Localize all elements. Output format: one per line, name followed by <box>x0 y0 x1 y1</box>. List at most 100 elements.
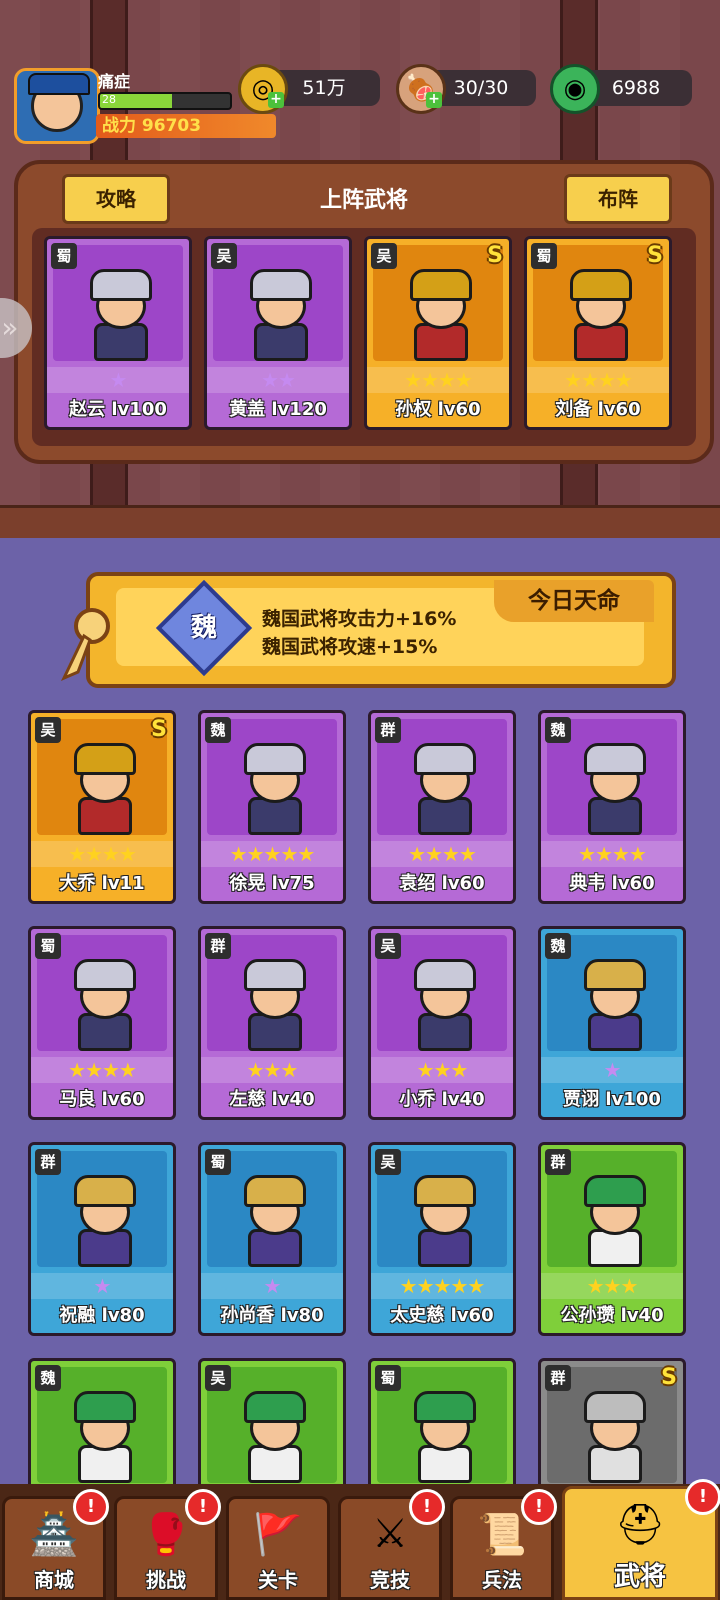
hero-name-level: 孙权 lv60 <box>395 399 481 420</box>
hero-card[interactable]: 蜀 ★ 赵云 lv100 <box>44 236 192 430</box>
nav-tab-1[interactable]: 🥊 挑战! <box>114 1489 221 1600</box>
coin-value: 51万 <box>302 77 346 99</box>
nav-tab-3[interactable]: ⚔ 竞技! <box>338 1489 445 1600</box>
hero-figure-icon <box>576 743 648 835</box>
star-rating: ★ <box>31 1273 173 1299</box>
nav-label: 竞技 <box>370 1568 410 1592</box>
hero-card[interactable]: 魏 ★★★★★ 徐晃 lv75 <box>198 710 346 904</box>
destiny-faction: 魏 <box>190 613 217 643</box>
hero-figure-icon <box>576 1391 648 1483</box>
formation-button[interactable]: 布阵 <box>564 174 672 224</box>
hero-figure-icon <box>66 959 138 1051</box>
hero-card[interactable]: 蜀 S ★★★★ 刘备 lv60 <box>524 236 672 430</box>
hero-name-level: 贾诩 lv100 <box>563 1089 661 1110</box>
nav-tab-5[interactable]: ⛑ 武将! <box>562 1479 720 1600</box>
hero-card[interactable]: 群 ★★★ 公孙瓒 lv40 <box>538 1142 686 1336</box>
player-name: 痛症 <box>98 72 131 91</box>
hero-card[interactable]: 群 ★ 祝融 lv80 <box>28 1142 176 1336</box>
hero-figure-icon <box>66 1175 138 1267</box>
faction-tag: 蜀 <box>375 1365 401 1391</box>
nav-label: 关卡 <box>258 1568 298 1592</box>
faction-tag: 魏 <box>545 933 571 959</box>
destiny-bonus-attack: 魏国武将攻击力+16% <box>262 608 457 630</box>
hero-name-level: 赵云 lv100 <box>69 399 167 420</box>
stars: ★★★★ <box>404 368 473 392</box>
hero-card[interactable]: 吴 ★★★ 小乔 lv40 <box>368 926 516 1120</box>
stars: ★ <box>109 368 128 392</box>
hero-name-level: 孙尚香 lv80 <box>220 1305 324 1326</box>
faction-tag: 群 <box>205 933 231 959</box>
hero-name-level: 祝融 lv80 <box>59 1305 145 1326</box>
section-divider <box>0 505 720 541</box>
stars: ★★★★ <box>564 368 633 392</box>
destiny-title: 今日天命 <box>494 580 654 622</box>
faction-tag: 吴 <box>375 1149 401 1175</box>
meat-value: 30/30 <box>453 77 509 99</box>
star-rating: ★★★★ <box>31 841 173 867</box>
hero-name-level: 小乔 lv40 <box>399 1089 485 1110</box>
avatar[interactable] <box>14 68 100 144</box>
faction-tag: 吴 <box>375 933 401 959</box>
destiny-bonus-speed: 魏国武将攻速+15% <box>262 636 438 658</box>
nav-label: 武将 <box>613 1562 666 1592</box>
faction-tag: 群 <box>375 717 401 743</box>
hero-card[interactable]: 蜀 ★ 孙尚香 lv80 <box>198 1142 346 1336</box>
hero-card[interactable]: 群 ★★★★ 袁绍 lv60 <box>368 710 516 904</box>
star-rating: ★★★★ <box>367 367 509 393</box>
stars: ★★★★★ <box>399 1274 486 1298</box>
hero-name-level: 大乔 lv11 <box>59 873 145 894</box>
hero-card[interactable]: 吴 ★★ 黄盖 lv120 <box>204 236 352 430</box>
star-rating: ★★★★ <box>31 1057 173 1083</box>
stars: ★★★★ <box>68 1058 137 1082</box>
hero-card[interactable]: 吴 S ★★★★ 孙权 lv60 <box>364 236 512 430</box>
hero-card[interactable]: 魏 ★ 贾诩 lv100 <box>538 926 686 1120</box>
hero-figure-icon <box>406 1175 478 1267</box>
alert-badge-icon: ! <box>685 1479 720 1515</box>
hero-figure-icon <box>66 743 138 835</box>
hero-name-level: 刘备 lv60 <box>555 399 641 420</box>
faction-tag: 群 <box>35 1149 61 1175</box>
hero-figure-icon <box>406 959 478 1051</box>
nav-label: 挑战 <box>146 1568 186 1592</box>
star-rating: ★ <box>201 1273 343 1299</box>
stars: ★★★ <box>586 1274 639 1298</box>
player-level: 28 <box>102 93 116 106</box>
star-rating: ★ <box>541 1057 683 1083</box>
nav-tab-4[interactable]: 📜 兵法! <box>450 1489 557 1600</box>
alert-badge-icon: ! <box>185 1489 221 1525</box>
hero-card[interactable]: 蜀 ★★★★ 马良 lv60 <box>28 926 176 1120</box>
jade-value: 6988 <box>611 77 661 99</box>
add-stamina-button[interactable]: + <box>426 92 442 108</box>
player-profile[interactable]: 痛症 28 战力 96703 <box>10 66 280 144</box>
star-rating: ★★★★★ <box>201 841 343 867</box>
star-rating: ★★★ <box>371 1057 513 1083</box>
stars: ★★★★ <box>578 842 647 866</box>
hero-figure-icon <box>562 269 634 361</box>
nav-tab-2[interactable]: 🚩 关卡 <box>226 1496 330 1600</box>
hero-card[interactable]: 魏 ★★★★ 典韦 lv60 <box>538 710 686 904</box>
hero-card[interactable]: 群 ★★★ 左慈 lv40 <box>198 926 346 1120</box>
add-coin-button[interactable]: + <box>268 92 284 108</box>
faction-tag: 群 <box>545 1149 571 1175</box>
hero-name-level: 左慈 lv40 <box>229 1089 315 1110</box>
stars: ★★ <box>261 368 296 392</box>
hero-card[interactable]: 吴 ★★★★★ 太史慈 lv60 <box>368 1142 516 1336</box>
s-rank-badge: S <box>487 243 503 268</box>
hero-figure-icon <box>236 1391 308 1483</box>
faction-tag: 蜀 <box>205 1149 231 1175</box>
stage-flag-icon: 🚩 <box>253 1512 303 1558</box>
faction-tag: 蜀 <box>531 243 557 269</box>
star-rating: ★★ <box>207 367 349 393</box>
hero-name-level: 徐晃 lv75 <box>229 873 315 894</box>
hero-figure-icon <box>576 1175 648 1267</box>
knot-icon <box>54 592 114 682</box>
hero-figure-icon <box>406 1391 478 1483</box>
s-rank-badge: S <box>661 1365 677 1390</box>
stars: ★★★★ <box>408 842 477 866</box>
combat-power: 战力 96703 <box>96 114 276 138</box>
hero-figure-icon <box>236 959 308 1051</box>
hero-card[interactable]: 吴 S ★★★★ 大乔 lv11 <box>28 710 176 904</box>
star-rating: ★★★★ <box>371 841 513 867</box>
nav-tab-0[interactable]: 🏯 商城! <box>2 1489 109 1600</box>
stars: ★ <box>263 1274 282 1298</box>
